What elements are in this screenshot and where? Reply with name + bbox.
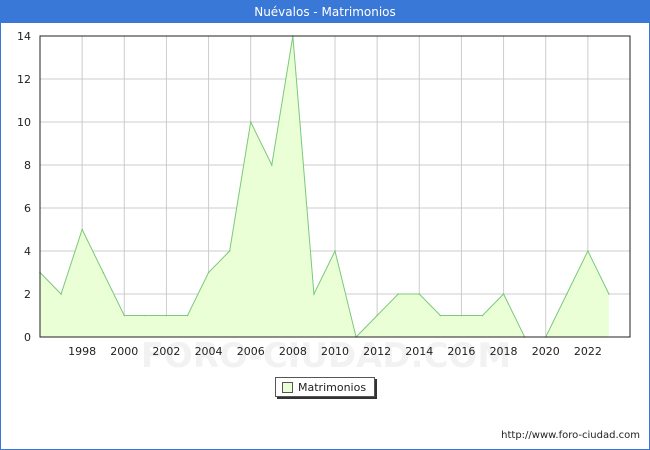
data-point [608,293,610,295]
data-point [313,293,315,295]
data-point [186,314,189,317]
data-point [502,293,505,295]
x-tick-label: 2016 [447,345,475,358]
data-point [587,250,589,252]
data-point [418,293,421,295]
x-tick-label: 2002 [152,345,180,358]
data-point [397,293,400,295]
data-point [334,250,336,252]
x-tick-label: 2010 [321,345,349,358]
data-point [102,271,105,274]
x-tick-label: 2020 [532,345,560,358]
x-tick-label: 2004 [195,345,223,358]
data-point [481,314,484,317]
y-tick-label: 4 [24,245,31,258]
data-point [270,164,273,166]
x-tick-label: 2006 [237,345,265,358]
y-tick-label: 12 [17,73,31,86]
y-tick-label: 14 [17,30,31,43]
y-tick-label: 2 [24,288,31,301]
x-tick-label: 2014 [405,345,433,358]
x-tick-label: 2018 [490,345,518,358]
data-point [439,314,442,317]
y-tick-label: 6 [24,202,31,215]
x-tick-label: 2022 [574,345,602,358]
data-point [207,271,210,274]
data-point [165,314,168,317]
legend: Matrimonios [275,377,375,397]
data-point [249,121,252,123]
data-point [228,250,231,252]
x-tick-label: 2012 [363,345,391,358]
data-point [376,314,378,317]
chart-frame: Nuévalos - Matrimonios FORO-CIUDAD.COM 0… [0,0,650,450]
x-tick-label: 2008 [279,345,307,358]
y-tick-label: 10 [17,116,31,129]
data-point [460,314,463,317]
data-point [565,293,568,295]
data-point [60,293,62,295]
data-point [123,314,126,317]
y-tick-label: 0 [24,331,31,344]
legend-swatch [282,381,293,393]
legend-label: Matrimonios [298,380,367,394]
x-tick-label: 1998 [68,345,96,358]
series-area [40,36,609,337]
data-point [81,228,83,231]
y-tick-label: 8 [24,159,31,172]
x-tick-label: 2000 [110,345,138,358]
data-point [144,314,147,317]
source-url: http://www.foro-ciudad.com [501,430,640,441]
